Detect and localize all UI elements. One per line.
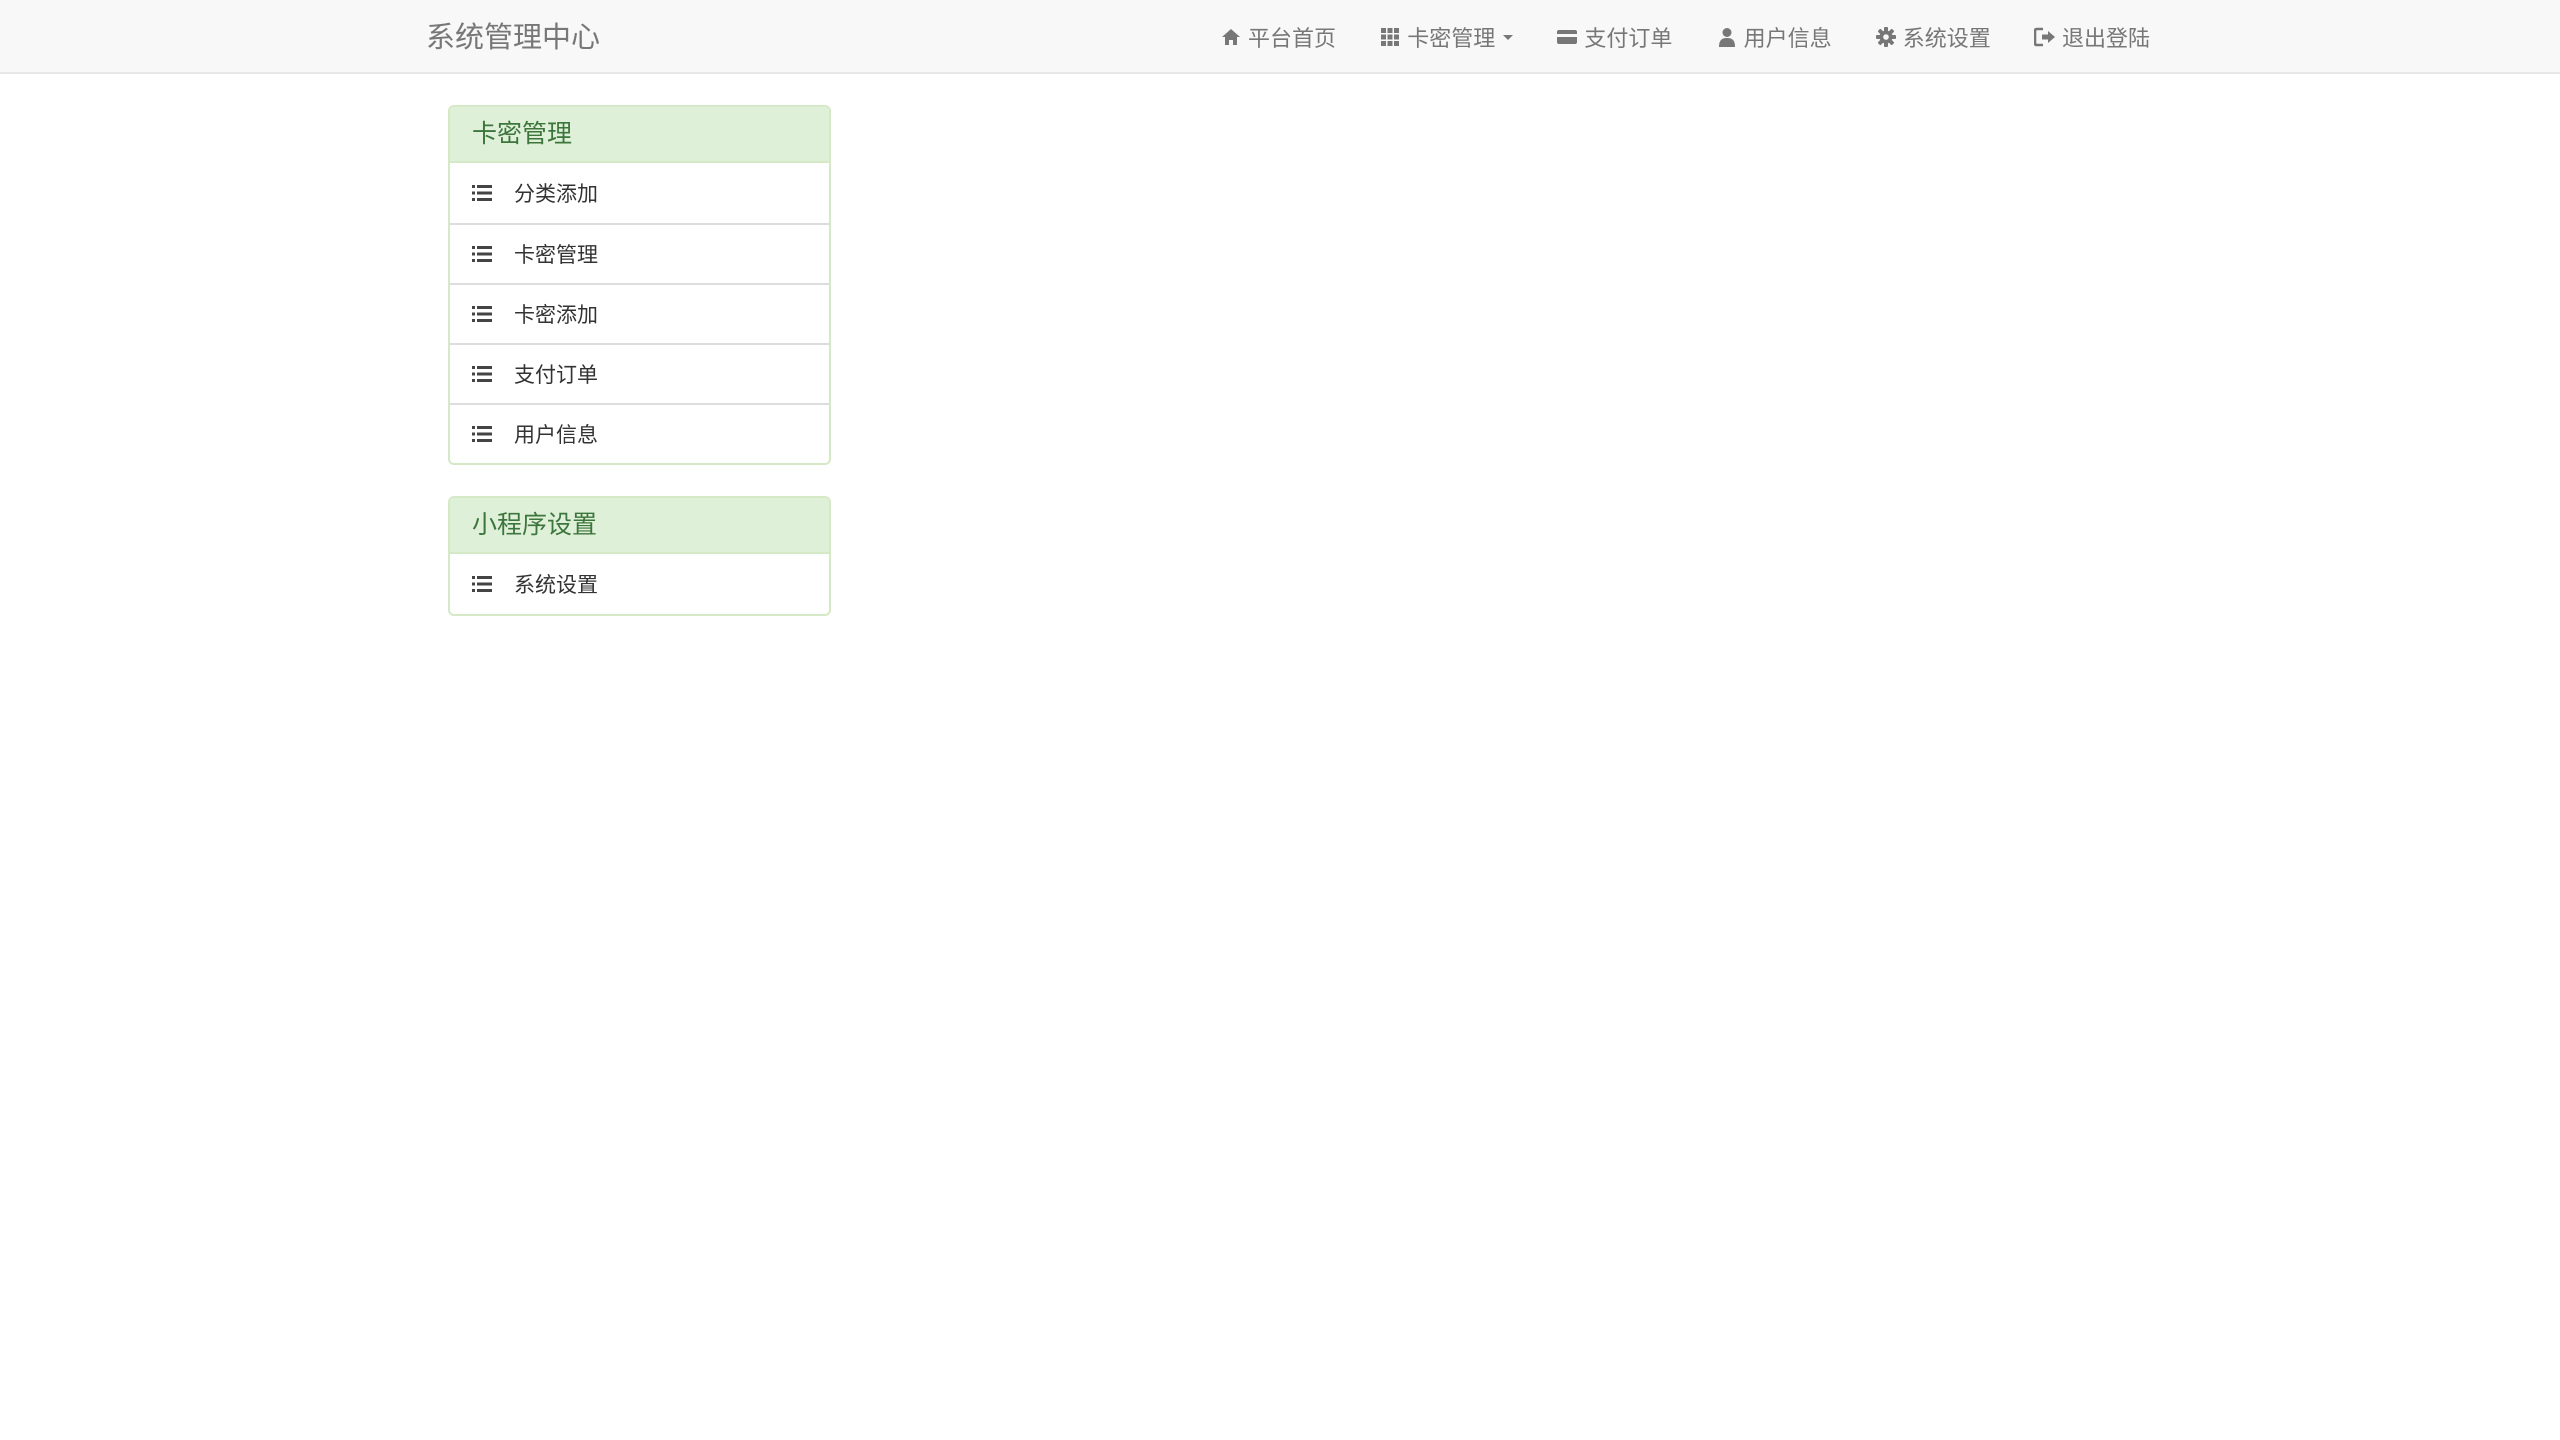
nav-item-card-management[interactable]: 卡密管理 [1379, 21, 1514, 53]
gear-icon [1875, 26, 1897, 48]
logout-icon [2033, 26, 2056, 48]
nav-item-label: 支付订单 [1584, 27, 1673, 52]
sidebar-item-label: 系统设置 [514, 573, 598, 597]
nav-item-label: 退出登陆 [2061, 27, 2150, 52]
list-icon [472, 574, 494, 594]
nav-item-label: 平台首页 [1248, 27, 1337, 52]
sidebar-item-label: 支付订单 [514, 363, 598, 387]
sidebar-item-user-info[interactable]: 用户信息 [450, 403, 829, 463]
brand-title[interactable]: 系统管理中心 [426, 0, 600, 74]
panel-card-management: 卡密管理 分类添加 卡密管理 卡密添加 支付订单 用户信息 [448, 105, 831, 465]
nav-item-user-info[interactable]: 用户信息 [1716, 21, 1832, 53]
sidebar-item-card-management[interactable]: 卡密管理 [450, 223, 829, 283]
sidebar-item-label: 用户信息 [514, 423, 598, 447]
nav-item-home[interactable]: 平台首页 [1220, 21, 1336, 53]
grid-icon [1379, 26, 1401, 48]
user-icon [1716, 26, 1738, 48]
chevron-down-icon [1503, 34, 1514, 40]
sidebar-item-payment-orders[interactable]: 支付订单 [450, 343, 829, 403]
list-icon [472, 304, 494, 324]
nav-menu: 平台首页 卡密管理 支付订单 用户信息 系统设置 退出登陆 [1220, 0, 2150, 74]
sidebar-item-label: 卡密添加 [514, 303, 598, 327]
home-icon [1220, 26, 1242, 48]
panel-title: 小程序设置 [450, 498, 829, 554]
nav-item-system-settings[interactable]: 系统设置 [1875, 21, 1991, 53]
sidebar-item-category-add[interactable]: 分类添加 [450, 163, 829, 223]
nav-item-label: 系统设置 [1902, 27, 1991, 52]
sidebar-item-label: 分类添加 [514, 182, 598, 206]
top-navbar: 系统管理中心 平台首页 卡密管理 支付订单 用户信息 系统设置 退出登陆 [0, 0, 2560, 74]
list-icon [472, 424, 494, 444]
credit-card-icon [1556, 26, 1578, 48]
sidebar-item-label: 卡密管理 [514, 243, 598, 267]
list-icon [472, 244, 494, 264]
nav-item-payment-orders[interactable]: 支付订单 [1556, 21, 1672, 53]
list-icon [472, 364, 494, 384]
sidebar-item-card-add[interactable]: 卡密添加 [450, 283, 829, 343]
nav-item-label: 用户信息 [1743, 27, 1832, 52]
nav-item-logout[interactable]: 退出登陆 [2033, 21, 2150, 53]
nav-item-label: 卡密管理 [1407, 27, 1496, 52]
sidebar-item-system-settings[interactable]: 系统设置 [450, 554, 829, 614]
list-icon [472, 183, 494, 203]
panel-mini-program-settings: 小程序设置 系统设置 [448, 496, 831, 616]
panel-title: 卡密管理 [450, 107, 829, 163]
